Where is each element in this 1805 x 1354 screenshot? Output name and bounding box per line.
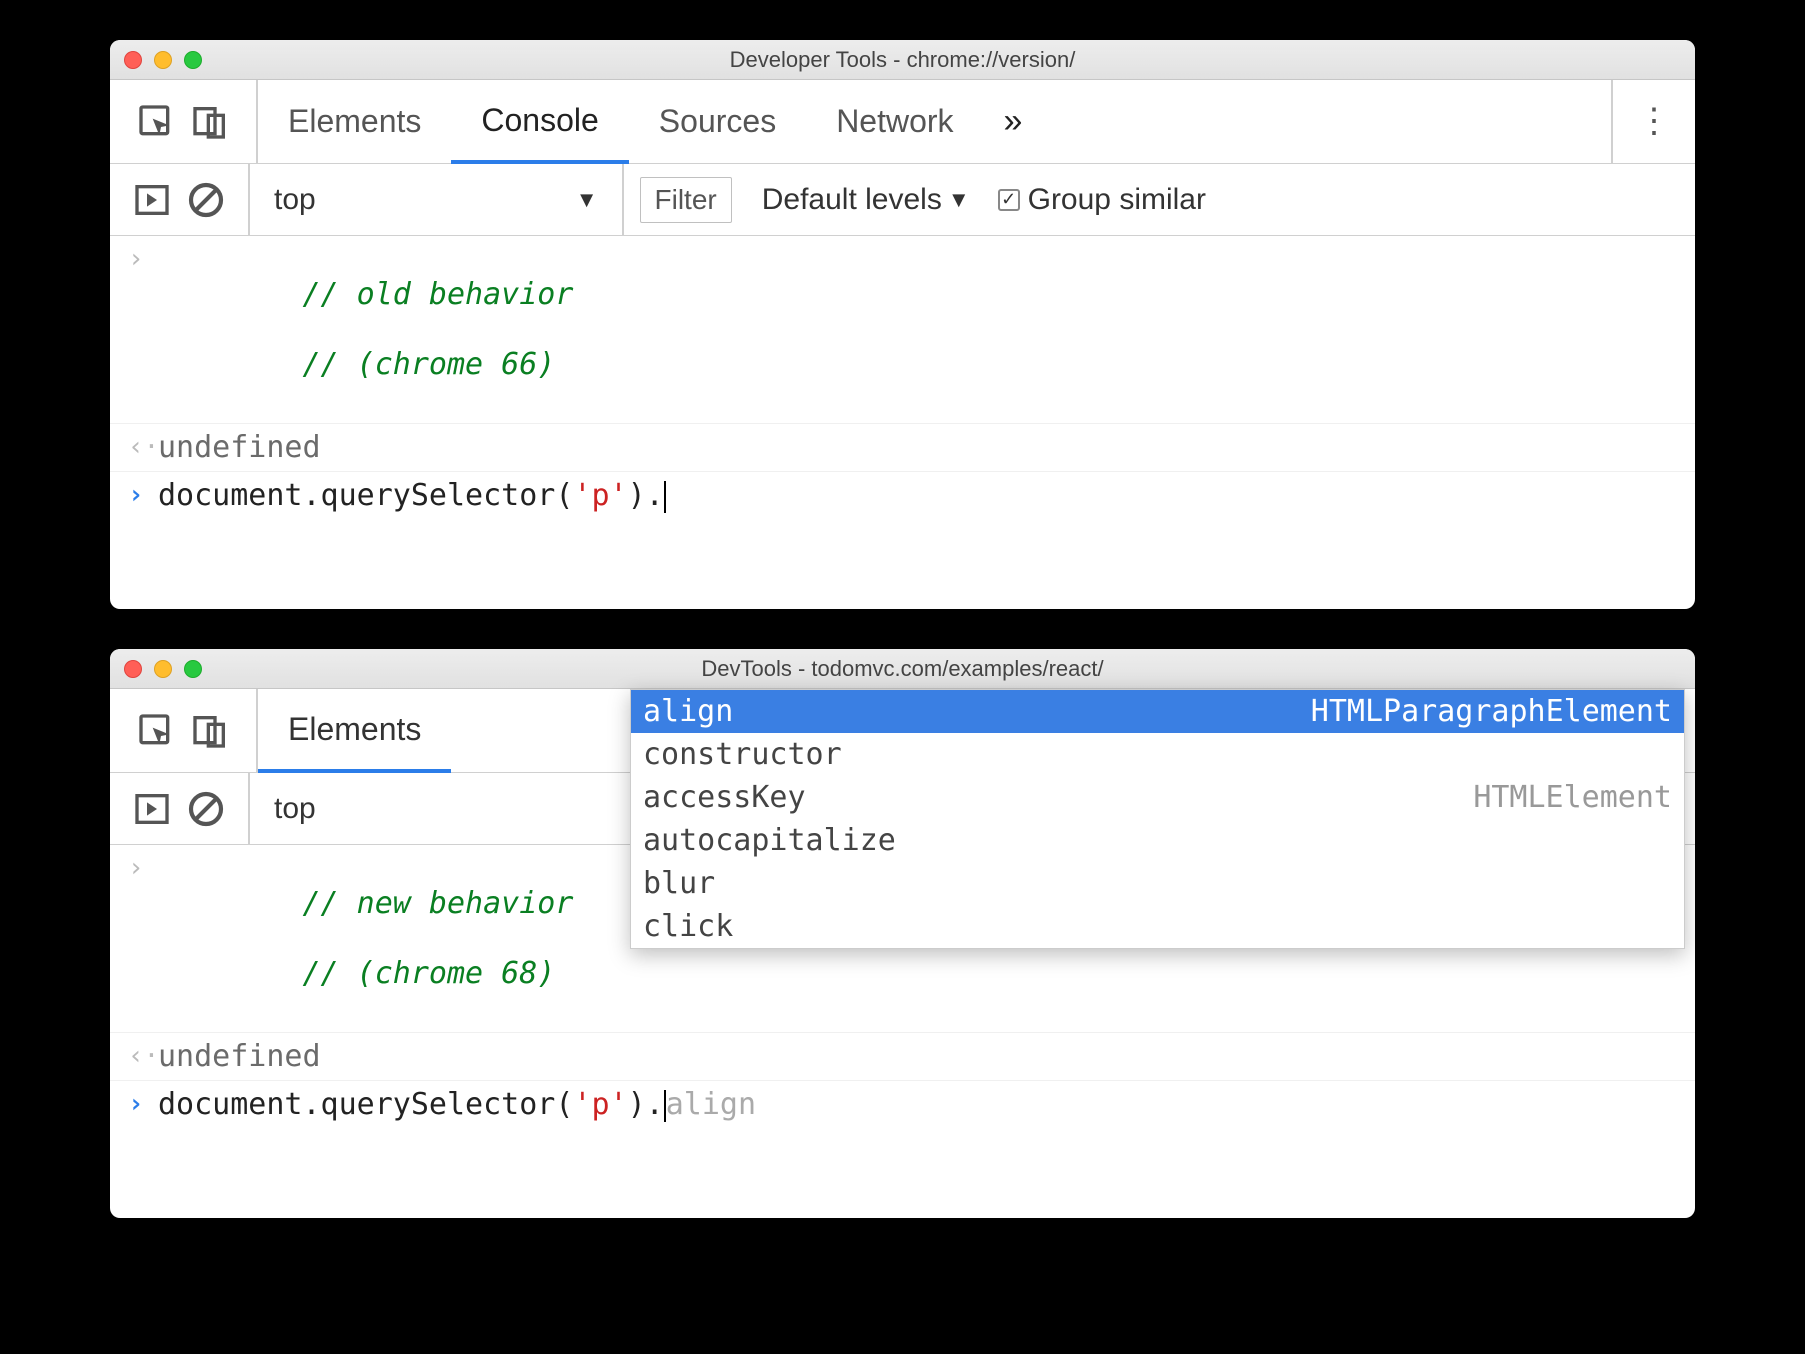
autocomplete-name: click: [643, 909, 733, 944]
input-prompt-icon: ›: [128, 478, 158, 510]
levels-label: Default levels: [762, 183, 942, 217]
input-prompt-icon: ›: [128, 242, 158, 274]
comment-line: // (chrome 68): [303, 956, 556, 991]
minimize-icon[interactable]: [154, 51, 172, 69]
toggle-sidebar-icon[interactable]: [132, 180, 172, 220]
output-arrow-icon: ‹·: [128, 430, 158, 462]
comment-line: // (chrome 66): [303, 347, 556, 382]
tab-elements[interactable]: Elements: [258, 690, 451, 773]
device-toggle-icon[interactable]: [190, 711, 230, 751]
autocomplete-name: autocapitalize: [643, 823, 896, 858]
text-cursor-icon: [664, 481, 666, 513]
checkbox-checked-icon[interactable]: ✓: [998, 189, 1020, 211]
console-input[interactable]: document.querySelector('p').: [158, 478, 666, 513]
autocomplete-item[interactable]: click: [631, 905, 1684, 948]
device-toggle-icon[interactable]: [190, 102, 230, 142]
tab-network[interactable]: Network: [806, 80, 983, 163]
console-output: › // old behavior // (chrome 66) ‹· unde…: [110, 236, 1695, 609]
toggle-sidebar-icon[interactable]: [132, 789, 172, 829]
minimize-icon[interactable]: [154, 660, 172, 678]
context-selector[interactable]: top: [250, 773, 340, 844]
levels-selector[interactable]: Default levels ▼: [748, 183, 984, 217]
chevron-down-icon: ▼: [576, 187, 598, 213]
titlebar: DevTools - todomvc.com/examples/react/: [110, 649, 1695, 689]
result-undefined: undefined: [158, 1039, 321, 1074]
result-undefined: undefined: [158, 430, 321, 465]
tab-elements[interactable]: Elements: [258, 80, 451, 163]
filter-input[interactable]: Filter: [640, 177, 732, 223]
console-input[interactable]: document.querySelector('p').align: [158, 1087, 756, 1122]
autocomplete-item[interactable]: align HTMLParagraphElement: [631, 690, 1684, 733]
close-icon[interactable]: [124, 51, 142, 69]
autocomplete-popup: align HTMLParagraphElement constructor acce…: [630, 689, 1685, 949]
traffic-lights: [124, 660, 202, 678]
devtools-window-new: DevTools - todomvc.com/examples/react/ E…: [110, 649, 1695, 1218]
group-label: Group similar: [1028, 183, 1206, 217]
group-similar-toggle[interactable]: ✓ Group similar: [984, 183, 1220, 217]
autocomplete-origin: HTMLElement: [1473, 780, 1672, 815]
autocomplete-name: align: [643, 694, 733, 729]
kebab-menu-icon[interactable]: ⋮: [1637, 116, 1671, 126]
window-title: DevTools - todomvc.com/examples/react/: [110, 656, 1695, 682]
inspect-icon[interactable]: [136, 102, 176, 142]
close-icon[interactable]: [124, 660, 142, 678]
comment-line: // old behavior: [303, 277, 574, 312]
comment-line: // new behavior: [303, 886, 574, 921]
tabbar: Elements Console Sources Network » ⋮: [110, 80, 1695, 164]
context-label: top: [274, 792, 316, 826]
inspect-icon[interactable]: [136, 711, 176, 751]
context-selector[interactable]: top ▼: [250, 164, 624, 235]
autocomplete-name: blur: [643, 866, 715, 901]
devtools-window-old: Developer Tools - chrome://version/ Elem…: [110, 40, 1695, 609]
context-label: top: [274, 183, 316, 217]
autocomplete-origin: HTMLParagraphElement: [1311, 694, 1672, 729]
autocomplete-item[interactable]: blur: [631, 862, 1684, 905]
ghost-suggestion: align: [666, 1087, 756, 1122]
console-toolbar: top ▼ Filter Default levels ▼ ✓ Group si…: [110, 164, 1695, 236]
tab-console[interactable]: Console: [451, 81, 628, 164]
input-prompt-icon: ›: [128, 851, 158, 883]
autocomplete-name: constructor: [643, 737, 842, 772]
input-prompt-icon: ›: [128, 1087, 158, 1119]
titlebar: Developer Tools - chrome://version/: [110, 40, 1695, 80]
clear-console-icon[interactable]: [186, 180, 226, 220]
zoom-icon[interactable]: [184, 660, 202, 678]
tab-sources[interactable]: Sources: [629, 80, 806, 163]
autocomplete-item[interactable]: constructor: [631, 733, 1684, 776]
chevron-down-icon: ▼: [948, 187, 970, 213]
window-title: Developer Tools - chrome://version/: [110, 47, 1695, 73]
autocomplete-item[interactable]: autocapitalize: [631, 819, 1684, 862]
traffic-lights: [124, 51, 202, 69]
autocomplete-name: accessKey: [643, 780, 806, 815]
output-arrow-icon: ‹·: [128, 1039, 158, 1071]
autocomplete-item[interactable]: accessKey HTMLElement: [631, 776, 1684, 819]
clear-console-icon[interactable]: [186, 789, 226, 829]
tabs-overflow-icon[interactable]: »: [984, 102, 1043, 141]
zoom-icon[interactable]: [184, 51, 202, 69]
